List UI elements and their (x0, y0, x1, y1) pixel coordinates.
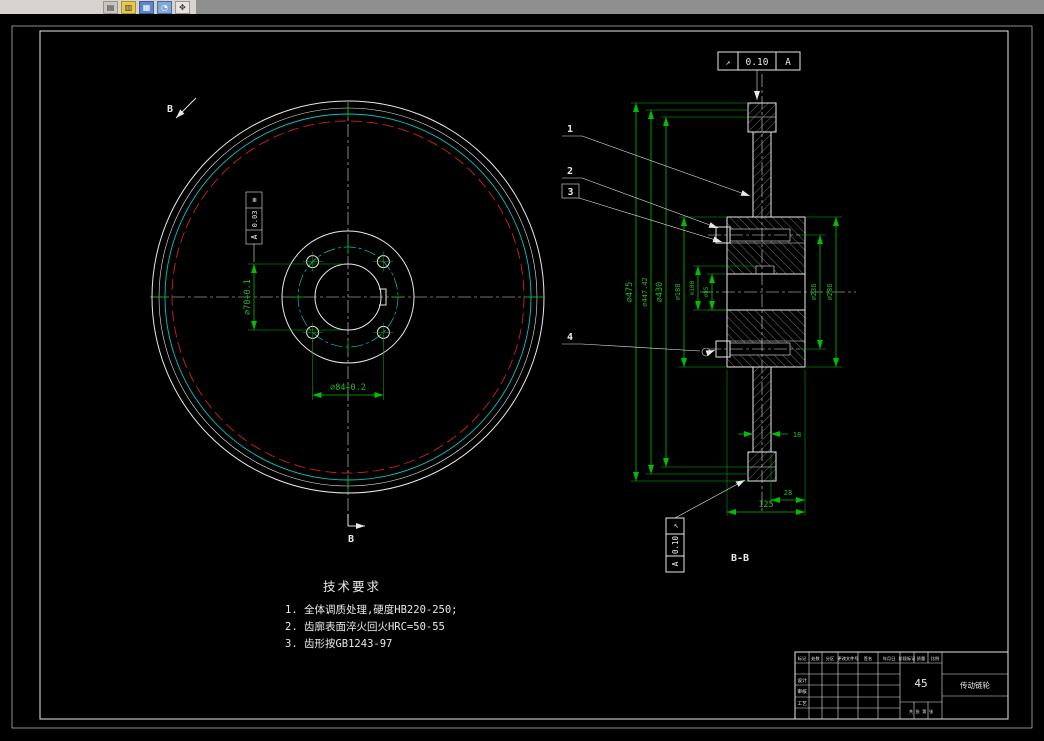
sign-label: 设计 (797, 677, 807, 684)
toolbar-left-group: ▤ ▥ ▦ ◔ ✥ (0, 0, 196, 14)
balloon-number: 3 (567, 187, 573, 198)
sign-label: 工艺 (797, 701, 807, 707)
dim-text: ⌀70+0.1 (243, 279, 253, 315)
dim-text: ⌀84+0.2 (330, 383, 366, 393)
header-label: 处数 (811, 655, 820, 662)
dim-text: ⌀236 (810, 284, 818, 301)
header-label: 签名 (864, 655, 872, 662)
header-label: 更改文件号 (838, 655, 859, 662)
keyway-notch (756, 266, 774, 274)
dim-text: 125 (758, 500, 773, 510)
stage-label: 阶段标记 (899, 655, 917, 662)
fcf-datum: A (250, 234, 259, 239)
runout-datum: A (785, 57, 791, 68)
runout-datum: A (671, 561, 680, 566)
zoom-icon[interactable]: ◔ (157, 0, 172, 14)
print-icon[interactable]: ▦ (139, 0, 154, 14)
tech-requirement-item: 1. 全体调质处理,硬度HB220-250; (285, 603, 458, 616)
fcf-symbol: ≡ (250, 197, 259, 202)
drawing-canvas[interactable]: ⌀84+0.2 ⌀70+0.1 ≡ 0.03 A B B ⌀475 ⌀447.4… (0, 14, 1044, 741)
dim-text: ⌀100 (689, 280, 696, 295)
tech-requirement-item: 3. 齿形按GB1243-97 (285, 637, 392, 650)
dim-text: ⌀447.42 (641, 277, 649, 307)
dim-text: ⌀286 (826, 284, 834, 301)
tech-requirement-item: 2. 齿廓表面淬火回火HRC=50-55 (285, 620, 445, 633)
title-block-stage-labels: 阶段标记 质量 比例 (899, 655, 940, 662)
paper-background (0, 14, 1044, 741)
tech-requirements-title: 技术要求 (323, 579, 381, 594)
toolbar: ▤ ▥ ▦ ◔ ✥ (0, 0, 1044, 15)
material-label: 45 (914, 677, 927, 690)
section-label: B (167, 104, 173, 115)
stage-label: 比例 (931, 655, 939, 662)
dim-text: 18 (793, 431, 801, 439)
fcf-value: 0.03 (251, 211, 259, 228)
header-label: 分区 (826, 655, 834, 662)
open-icon[interactable]: ▤ (103, 0, 118, 14)
part-name-label: 传动链轮 (960, 680, 990, 690)
header-label: 标记 (798, 655, 807, 662)
runout-value: 0.10 (746, 57, 769, 68)
balloon-number: 1 (567, 124, 573, 135)
stage-label: 质量 (917, 655, 925, 662)
balloon-number: 4 (567, 332, 573, 343)
header-label: 年月日 (883, 655, 896, 662)
section-label: B (348, 534, 354, 545)
dim-text: 28 (784, 489, 792, 497)
pan-icon[interactable]: ✥ (175, 0, 190, 14)
dim-text: ⌀475 (625, 282, 635, 302)
balloon-number: 2 (567, 166, 573, 177)
sign-label: 审核 (797, 688, 807, 695)
dim-text: ⌀188 (674, 284, 682, 301)
dim-text: ⌀85 (703, 286, 710, 297)
runout-symbol: ↗ (671, 524, 680, 529)
runout-symbol: ↗ (726, 58, 731, 67)
dim-text: ⌀430 (655, 282, 665, 302)
runout-value: 0.10 (671, 535, 680, 554)
save-icon[interactable]: ▥ (121, 0, 136, 14)
section-view-label: B-B (731, 553, 749, 564)
title-block-sign-labels: 设计 审核 工艺 (797, 677, 807, 707)
sheet-label: 共 张 第 张 (909, 708, 934, 715)
cad-window: ▤ ▥ ▦ ◔ ✥ ⌀84+0.2 ⌀70+0.1 ≡ 0.03 A B B ⌀… (0, 0, 1044, 741)
